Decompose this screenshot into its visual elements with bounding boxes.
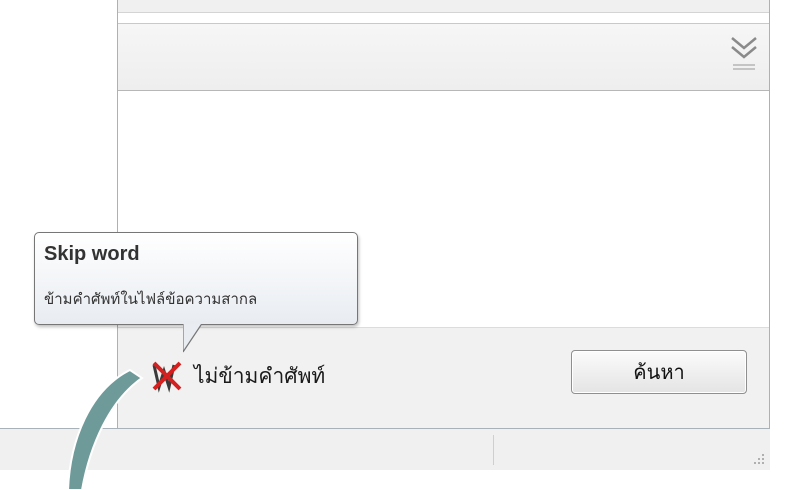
panel-header (118, 23, 769, 91)
skip-word-toggle[interactable]: ไม่ข้ามคำศัพท์ (150, 358, 325, 394)
skip-word-label: ไม่ข้ามคำศัพท์ (194, 363, 326, 388)
tooltip-tail (183, 324, 202, 353)
crossed-out-word-icon (152, 361, 182, 393)
callout-arrow (66, 368, 144, 490)
tooltip-title: Skip word (44, 243, 140, 265)
status-divider (493, 435, 494, 465)
chevron-double-down-icon (731, 37, 757, 70)
tooltip-description: ข้ามคำศัพท์ในไฟล์ข้อความสากล (44, 290, 258, 308)
expand-button[interactable] (727, 32, 761, 76)
resize-grip-icon[interactable] (751, 451, 765, 465)
skip-word-tooltip: Skip word ข้ามคำศัพท์ในไฟล์ข้อความสากล (34, 232, 358, 325)
window-right-edge (770, 0, 788, 490)
panel-top-strip (118, 0, 769, 13)
search-button[interactable]: ค้นหา (571, 350, 747, 394)
dictionary-panel: ไม่ข้ามคำศัพท์ ค้นหา (117, 0, 770, 429)
